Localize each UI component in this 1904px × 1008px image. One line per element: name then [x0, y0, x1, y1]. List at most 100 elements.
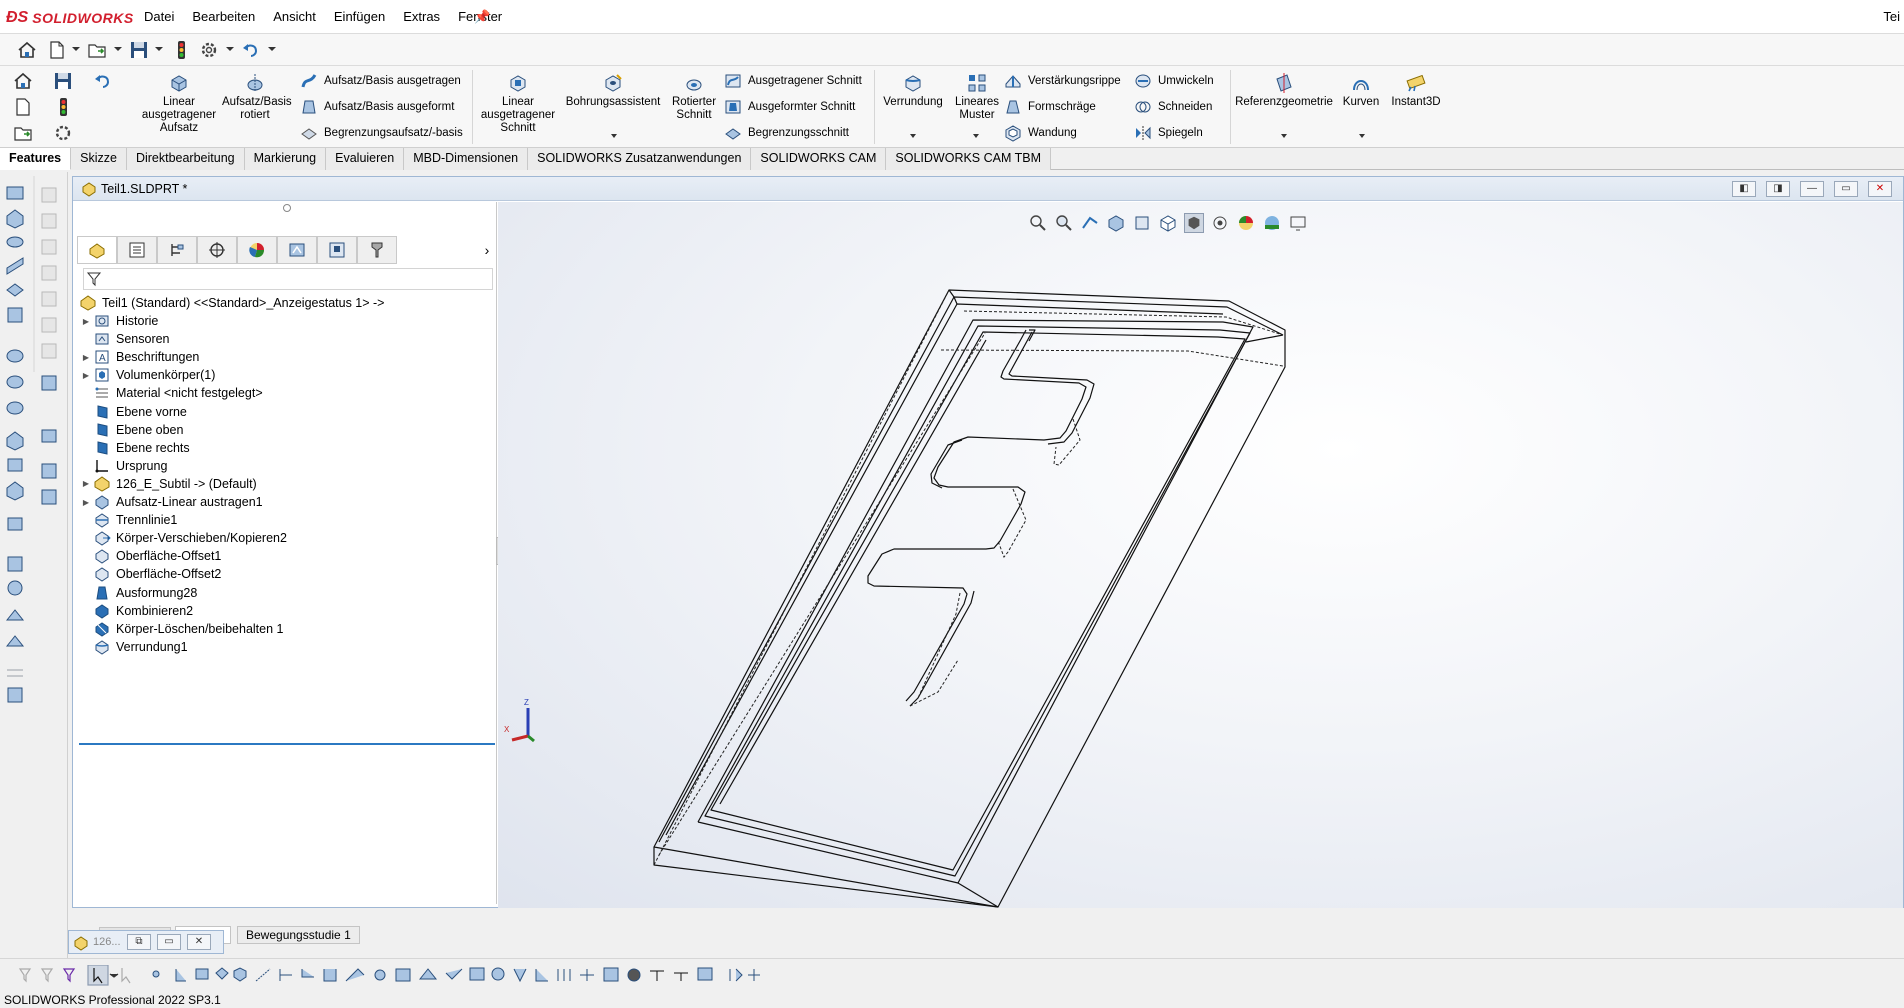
- tab-direktbearbeitung[interactable]: Direktbearbeitung: [126, 148, 245, 170]
- tab-zusatzanwendungen[interactable]: SOLIDWORKS Zusatzanwendungen: [528, 148, 752, 170]
- tree-item[interactable]: Verrundung1: [79, 636, 188, 658]
- menu-extras[interactable]: Extras: [394, 0, 449, 34]
- undo-icon[interactable]: [92, 70, 114, 92]
- tree-item-label: Verrundung1: [116, 639, 188, 654]
- draft-button[interactable]: Formschräge: [1004, 96, 1096, 118]
- save-icon[interactable]: [128, 39, 150, 61]
- revolved-boss-button[interactable]: Aufsatz/Basis rotiert: [222, 72, 292, 122]
- 3d-model-view[interactable]: [498, 202, 1903, 908]
- restore-icon[interactable]: ⧉: [127, 934, 151, 950]
- hole-wizard-button[interactable]: Bohrungsassistent: [562, 72, 664, 109]
- shell-button[interactable]: Wandung: [1004, 122, 1077, 144]
- boundary-boss-button[interactable]: Begrenzungsaufsatz/-basis: [300, 122, 463, 144]
- tab-property-manager[interactable]: [117, 236, 157, 264]
- tab-solidworks-cam[interactable]: SOLIDWORKS CAM: [751, 148, 887, 170]
- expand-arrow-icon[interactable]: ▶: [79, 498, 93, 507]
- tab-cam-tool-tree[interactable]: [357, 236, 397, 264]
- traffic-light-icon[interactable]: [52, 96, 74, 118]
- options-gear-icon[interactable]: [52, 122, 74, 144]
- swept-cut-button[interactable]: Ausgetragener Schnitt: [724, 70, 862, 92]
- home-icon[interactable]: [16, 39, 38, 61]
- menu-einfuegen[interactable]: Einfügen: [325, 0, 394, 34]
- tab-features[interactable]: Features: [0, 148, 72, 170]
- fillet-button[interactable]: Verrundung: [878, 72, 948, 109]
- traffic-light-icon[interactable]: [170, 39, 192, 61]
- tree-item-label: Ausformung28: [116, 585, 198, 600]
- left-toolbar-icons[interactable]: [0, 172, 68, 732]
- minimize-icon[interactable]: —: [1800, 181, 1824, 197]
- lofted-boss-button[interactable]: Aufsatz/Basis ausgeformt: [300, 96, 454, 118]
- tabs-scroll-right-icon[interactable]: ›: [477, 236, 497, 264]
- coordinate-triad: Z X: [504, 698, 535, 743]
- linear-pattern-button[interactable]: Lineares Muster: [950, 72, 1004, 122]
- mirror-icon: [1134, 124, 1152, 142]
- hole-wizard-icon: [602, 72, 624, 94]
- status-bar: SOLIDWORKS Professional 2022 SP3.1: [0, 992, 1904, 1008]
- minimized-document[interactable]: 126... ⧉ ▭ ✕: [68, 930, 224, 954]
- revolved-cut-button[interactable]: Rotierter Schnitt: [666, 72, 722, 122]
- pin-icon[interactable]: 📌: [474, 9, 490, 24]
- swept-boss-button[interactable]: Aufsatz/Basis ausgetragen: [300, 70, 461, 92]
- expand-arrow-icon[interactable]: ▶: [79, 317, 93, 326]
- menu-ansicht[interactable]: Ansicht: [264, 0, 325, 34]
- close-icon[interactable]: ✕: [187, 934, 211, 950]
- tree-item-label: Volumenkörper(1): [116, 368, 216, 383]
- tab-configuration-manager[interactable]: [157, 236, 197, 264]
- options-gear-icon[interactable]: [198, 39, 220, 61]
- tab-markierung[interactable]: Markierung: [244, 148, 327, 170]
- menu-bearbeiten[interactable]: Bearbeiten: [183, 0, 264, 34]
- display-manager-icon: [249, 243, 265, 258]
- tab-evaluieren[interactable]: Evaluieren: [326, 148, 405, 170]
- tab-display-manager[interactable]: [237, 236, 277, 264]
- tree-item-label: Oberfläche-Offset1: [116, 549, 222, 564]
- boundary-cut-button[interactable]: Begrenzungsschnitt: [724, 122, 849, 144]
- tab-dimxpert-manager[interactable]: [197, 236, 237, 264]
- undo-icon[interactable]: [240, 39, 262, 61]
- tile-right-icon[interactable]: ◨: [1766, 181, 1790, 197]
- panel-grip-icon[interactable]: [283, 204, 291, 212]
- feature-manager-panel: › Teil1 (Standard) <<Standard>_Anzeigest…: [77, 202, 497, 944]
- graphics-area[interactable]: Z X: [498, 202, 1903, 908]
- maximize-icon[interactable]: ▭: [157, 934, 181, 950]
- save-icon[interactable]: [52, 70, 74, 92]
- quick-access-toolbar: [0, 34, 1904, 66]
- home-icon[interactable]: [12, 70, 34, 92]
- close-icon[interactable]: ✕: [1868, 181, 1892, 197]
- swept-boss-icon: [300, 72, 318, 90]
- extruded-cut-button[interactable]: Linear ausgetragener Schnitt: [478, 72, 558, 135]
- tab-bewegungsstudie[interactable]: Bewegungsstudie 1: [237, 926, 360, 944]
- maximize-icon[interactable]: ▭: [1834, 181, 1858, 197]
- cam-tool-icon: [371, 242, 383, 258]
- tab-skizze[interactable]: Skizze: [71, 148, 127, 170]
- selection-filter-icons[interactable]: [18, 965, 968, 987]
- instant3d-button[interactable]: Instant3D: [1386, 72, 1446, 109]
- menu-datei[interactable]: Datei: [135, 0, 183, 34]
- rollback-bar[interactable]: [79, 743, 495, 745]
- tab-solidworks-cam-tbm[interactable]: SOLIDWORKS CAM TBM: [886, 148, 1052, 170]
- cam-feature-icon: [289, 243, 305, 257]
- extruded-boss-icon: [168, 72, 190, 94]
- open-icon[interactable]: [12, 122, 34, 144]
- expand-arrow-icon[interactable]: ▶: [79, 353, 93, 362]
- rib-button[interactable]: Verstärkungsrippe: [1004, 70, 1121, 92]
- feature-tree-filter[interactable]: [83, 268, 493, 290]
- tab-feature-manager[interactable]: [77, 236, 117, 264]
- svg-text:A: A: [99, 353, 106, 364]
- tile-left-icon[interactable]: ◧: [1732, 181, 1756, 197]
- open-icon[interactable]: [86, 39, 108, 61]
- triad-x-label: X: [504, 725, 510, 734]
- curves-button[interactable]: Kurven: [1338, 72, 1384, 109]
- wrap-button[interactable]: Umwickeln: [1134, 70, 1214, 92]
- expand-arrow-icon[interactable]: ▶: [79, 479, 93, 488]
- new-document-icon[interactable]: [12, 96, 34, 118]
- extruded-boss-button[interactable]: Linear ausgetragener Aufsatz: [138, 72, 220, 135]
- mirror-button[interactable]: Spiegeln: [1134, 122, 1203, 144]
- tab-cam-feature-tree[interactable]: [277, 236, 317, 264]
- reference-geometry-button[interactable]: Referenzgeometrie: [1234, 72, 1334, 109]
- tab-mbd-dimensionen[interactable]: MBD-Dimensionen: [404, 148, 529, 170]
- intersect-button[interactable]: Schneiden: [1134, 96, 1212, 118]
- new-document-icon[interactable]: [46, 39, 68, 61]
- tab-cam-operation-tree[interactable]: [317, 236, 357, 264]
- expand-arrow-icon[interactable]: ▶: [79, 371, 93, 380]
- lofted-cut-button[interactable]: Ausgeformter Schnitt: [724, 96, 855, 118]
